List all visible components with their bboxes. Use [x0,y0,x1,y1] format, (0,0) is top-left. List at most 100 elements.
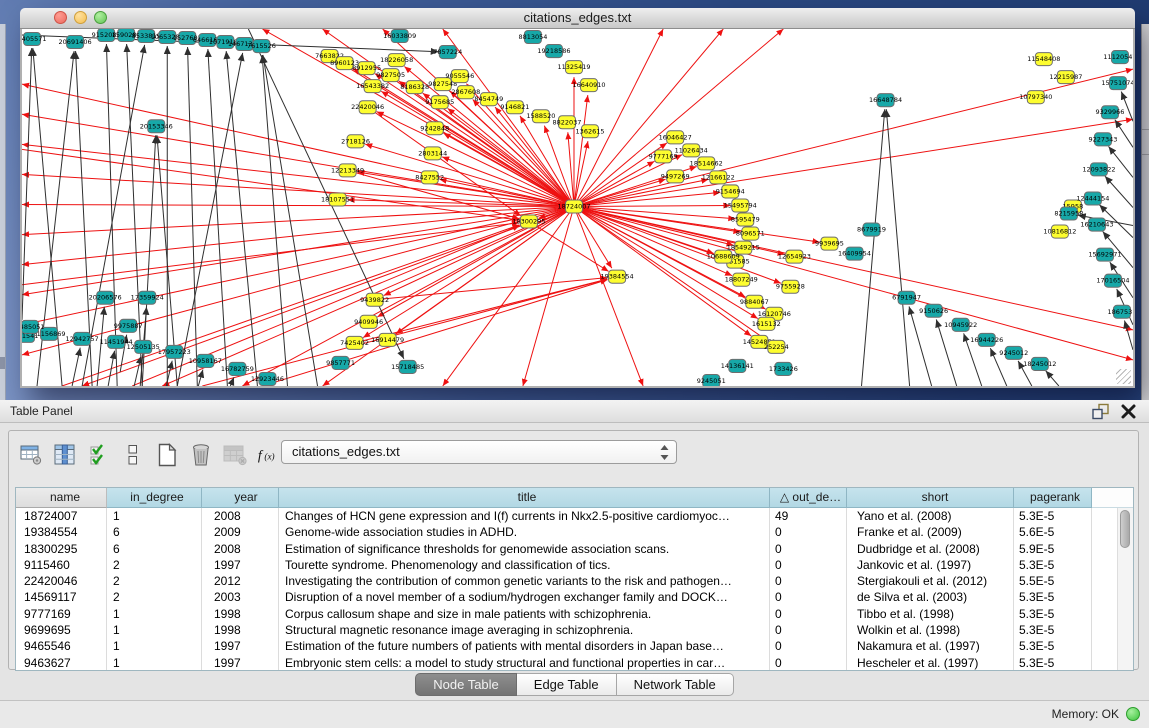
window-titlebar[interactable]: citations_edges.txt [20,8,1135,29]
network-node[interactable]: 16543382 [356,80,389,93]
network-node[interactable]: 252254 [764,340,789,353]
network-node[interactable]: 8813054 [518,31,547,44]
cell-year[interactable]: 1997 [202,655,279,671]
network-node[interactable]: 19384554 [601,270,634,283]
cell-pagerank[interactable]: 5.3E-5 [1014,508,1092,524]
cell-short[interactable]: Hescheler et al. (1997) [847,655,1014,671]
cell-in_degree[interactable]: 6 [107,541,202,557]
network-node[interactable]: 9884067 [740,295,769,308]
cell-name[interactable]: 19384554 [16,524,107,540]
left-panel-handle[interactable] [0,357,5,369]
trash-icon[interactable] [189,441,213,469]
network-node[interactable]: 16648784 [869,94,902,107]
network-node[interactable]: 20153346 [140,120,173,133]
network-node[interactable]: 8454749 [474,93,503,106]
cell-short[interactable]: Dudbridge et al. (2008) [847,541,1014,557]
cell-title[interactable]: Estimation of significance thresholds fo… [279,541,770,557]
cell-name[interactable]: 9699695 [16,622,107,638]
cell-title[interactable]: Structural magnetic resonance image aver… [279,622,770,638]
table-settings-icon[interactable] [19,441,43,469]
network-edge[interactable] [529,222,609,272]
network-node[interactable]: 11325419 [557,61,590,74]
network-edge[interactable] [1046,371,1059,386]
cell-year[interactable]: 2009 [202,524,279,540]
network-node[interactable]: 1405571 [22,33,46,46]
cell-title[interactable]: Genome-wide association studies in ADHD. [279,524,770,540]
cell-pagerank[interactable]: 5.3E-5 [1014,606,1092,622]
network-node[interactable]: 1362615 [576,125,605,138]
cell-name[interactable]: 9115460 [16,557,107,573]
network-node[interactable]: 1867531 [1108,305,1133,318]
cell-title[interactable]: Investigating the contribution of common… [279,573,770,589]
network-node[interactable]: 9939695 [815,237,844,250]
select-all-icon[interactable] [87,441,111,469]
column-header-pagerank[interactable]: pagerank [1014,488,1092,508]
cell-out_degree[interactable]: 0 [770,573,847,589]
network-node[interactable]: 9827505 [376,69,405,82]
network-node[interactable]: 9227343 [1088,133,1117,146]
cell-out_degree[interactable]: 0 [770,655,847,671]
table-row[interactable]: 969969511998Structural magnetic resonanc… [16,622,1133,638]
cell-short[interactable]: Jankovic et al. (1997) [847,557,1014,573]
cell-short[interactable]: Nakamura et al. (1997) [847,638,1014,654]
cell-short[interactable]: Franke et al. (2009) [847,524,1014,540]
network-node[interactable]: 18514662 [690,157,723,170]
cell-out_degree[interactable]: 0 [770,541,847,557]
network-node[interactable]: 12654923 [778,250,811,263]
network-node[interactable]: 18807249 [725,273,758,286]
network-node[interactable]: 8595479 [731,213,760,226]
network-canvas[interactable]: 1405571206914069152086159028685338191065… [22,29,1133,386]
cell-in_degree[interactable]: 6 [107,524,202,540]
cell-pagerank[interactable]: 5.5E-5 [1014,573,1092,589]
network-node[interactable]: 1588520 [526,110,555,123]
network-node[interactable]: 9154694 [716,185,745,198]
network-node[interactable]: 8186328 [400,81,429,94]
network-edge[interactable] [574,206,643,386]
cell-title[interactable]: Tourette syndrome. Phenomenology and cla… [279,557,770,573]
cell-in_degree[interactable]: 1 [107,622,202,638]
network-edge[interactable] [1124,320,1133,349]
network-node[interactable]: 1733426 [769,362,798,375]
network-edge[interactable] [862,109,885,386]
cell-in_degree[interactable]: 1 [107,638,202,654]
network-node[interactable]: 20691406 [59,36,92,49]
network-node[interactable]: 16046427 [659,131,692,144]
network-node[interactable]: 8215958 [1054,207,1083,220]
network-node[interactable]: 2718126 [341,135,370,148]
cell-pagerank[interactable]: 5.3E-5 [1014,622,1092,638]
network-edge[interactable] [568,132,574,206]
network-edge[interactable] [106,44,117,386]
cell-name[interactable]: 9463627 [16,655,107,671]
tab-edge-table[interactable]: Edge Table [517,673,617,696]
cell-year[interactable]: 2008 [202,541,279,557]
network-edge[interactable] [574,206,714,253]
network-node[interactable]: 8096571 [736,227,765,240]
network-edge[interactable] [22,206,574,354]
network-node[interactable]: 15692971 [1088,248,1121,261]
cell-out_degree[interactable]: 0 [770,622,847,638]
tab-node-table[interactable]: Node Table [415,673,517,696]
network-node[interactable]: 9777169 [649,150,678,163]
network-edge[interactable] [909,306,932,386]
memory-status-indicator[interactable] [1126,707,1140,721]
cell-pagerank[interactable]: 5.6E-5 [1014,524,1092,540]
cell-pagerank[interactable]: 5.3E-5 [1014,638,1092,654]
cell-out_degree[interactable]: 49 [770,508,847,524]
network-edge[interactable] [574,29,663,206]
network-node[interactable]: 9755928 [776,280,805,293]
table-row[interactable]: 1938455462009Genome-wide association stu… [16,524,1133,540]
network-edge[interactable] [381,91,574,206]
cell-in_degree[interactable]: 2 [107,573,202,589]
network-node[interactable]: 16914479 [371,333,404,346]
table-row[interactable]: 946554611997Estimation of the future num… [16,638,1133,654]
column-header-in_degree[interactable]: in_degree [107,488,202,508]
network-node[interactable]: 22420046 [351,101,384,114]
table-row[interactable]: 1872400712008Changes of HCN gene express… [16,508,1133,524]
table-scrollbar[interactable] [1117,508,1133,670]
cell-year[interactable]: 1997 [202,638,279,654]
column-header-name[interactable]: name [16,488,107,508]
network-graph[interactable]: 1405571206914069152086159028685338191065… [22,29,1133,386]
cell-pagerank[interactable]: 5.3E-5 [1014,589,1092,605]
cell-title[interactable]: Corpus callosum shape and size in male p… [279,606,770,622]
network-node[interactable]: 12213349 [331,164,364,177]
